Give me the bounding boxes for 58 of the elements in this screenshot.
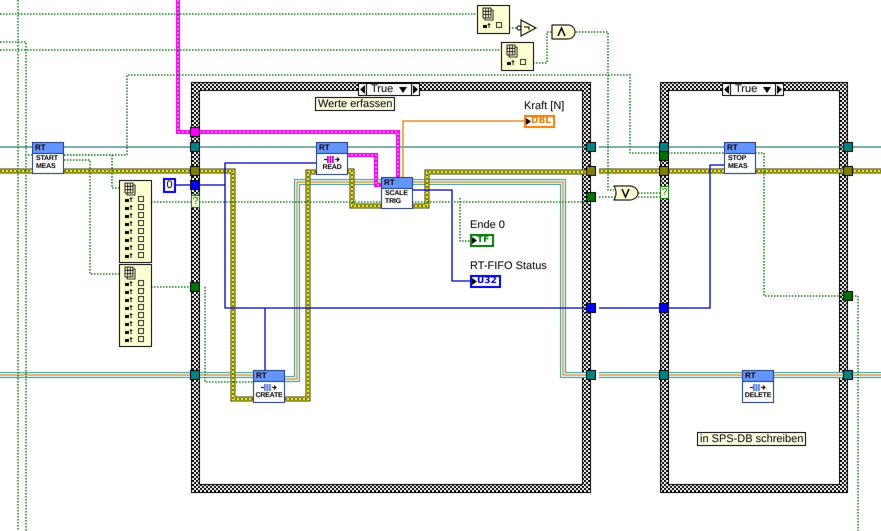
rt-header: RT — [33, 143, 63, 154]
indicator-label: Ende 0 — [470, 219, 505, 231]
unbundle-node — [501, 42, 534, 71]
case-value: True — [371, 84, 394, 95]
right-arrow-icon[interactable] — [412, 84, 420, 95]
case-selector[interactable]: True — [722, 83, 784, 96]
left-arrow-icon[interactable] — [723, 84, 730, 95]
case-selector-terminal: ? — [660, 186, 669, 199]
case-selector[interactable]: True — [358, 83, 420, 96]
arrow-icon — [526, 118, 531, 125]
wire — [852, 146, 881, 148]
rt-header: RT — [382, 178, 412, 189]
unbundle-node — [477, 5, 510, 34]
wire — [599, 196, 660, 198]
not-gate-icon — [516, 19, 538, 37]
and-gate-icon — [552, 24, 576, 40]
tunnel — [659, 370, 669, 380]
tunnel — [843, 291, 853, 301]
tunnel — [190, 282, 200, 292]
tunnel — [586, 166, 596, 176]
rt-header: RT — [743, 371, 773, 382]
wire — [151, 286, 191, 288]
tunnel — [586, 192, 596, 202]
dropdown-icon[interactable] — [763, 86, 772, 92]
wire — [774, 372, 844, 378]
arrow-icon — [472, 278, 477, 285]
tunnel — [586, 142, 596, 152]
tunnel — [843, 142, 853, 152]
tunnel — [843, 370, 853, 380]
wire — [176, 184, 191, 186]
or-gate-icon — [614, 186, 638, 200]
indicator-label: Kraft [N] — [524, 100, 564, 112]
free-label: in SPS-DB schreiben — [697, 432, 806, 446]
rt-header: RT — [317, 143, 347, 154]
dropdown-icon[interactable] — [399, 86, 408, 92]
wire — [151, 201, 191, 203]
case-value: True — [735, 84, 758, 95]
case-selector-terminal: ? — [191, 195, 200, 208]
tunnel — [190, 370, 200, 380]
numeric-constant[interactable]: 0 — [163, 178, 176, 193]
left-arrow-icon[interactable] — [359, 84, 366, 95]
wire — [533, 31, 552, 64]
wire — [509, 27, 517, 29]
wire — [852, 168, 881, 174]
indicator-label: RT-FIFO Status — [470, 260, 547, 272]
rt-header: RT — [254, 371, 284, 382]
tunnel — [586, 303, 596, 313]
tunnel — [659, 303, 669, 313]
tunnel — [843, 166, 853, 176]
wire — [598, 372, 660, 378]
rt-header: RT — [725, 143, 755, 154]
tunnel — [586, 370, 596, 380]
wire — [599, 307, 660, 309]
wire — [638, 192, 660, 194]
wire — [668, 146, 724, 148]
free-label: Werte erfassen — [315, 97, 396, 111]
right-arrow-icon[interactable] — [776, 84, 784, 95]
arrow-icon — [472, 237, 477, 244]
